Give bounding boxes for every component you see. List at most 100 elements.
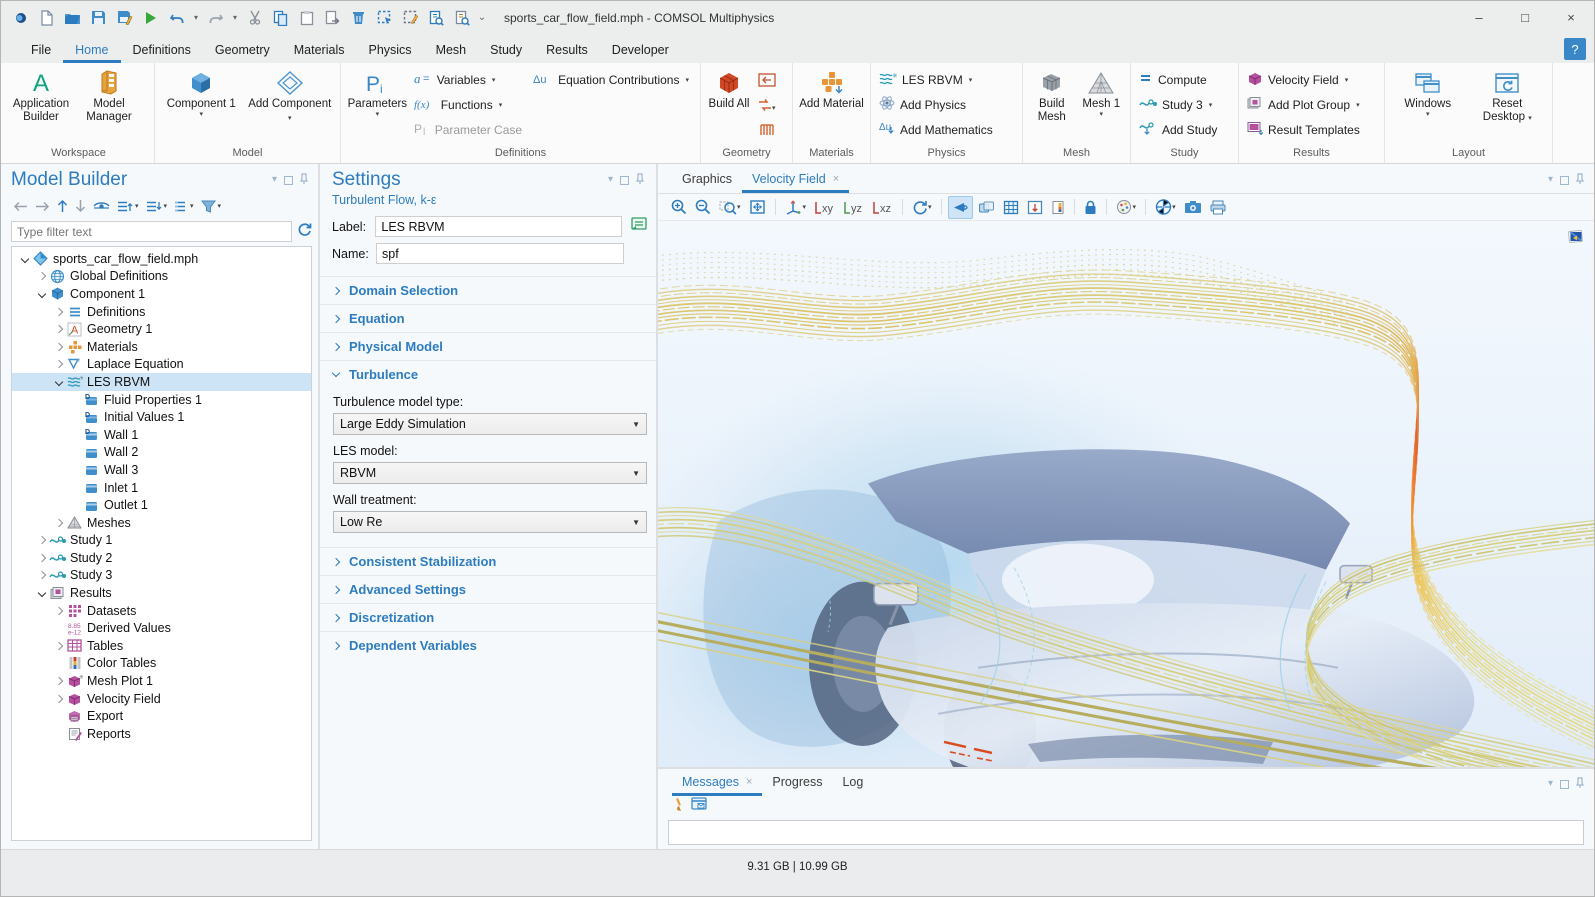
panel-float-icon[interactable] <box>1560 176 1569 185</box>
deselect-box-button[interactable] <box>398 6 423 30</box>
close-button[interactable]: × <box>1548 1 1594 34</box>
tree-item[interactable]: Meshes <box>12 514 311 532</box>
collapse-all-icon[interactable]: ▾ <box>115 195 141 217</box>
tree-item[interactable]: DWall 1 <box>12 426 311 444</box>
application-builder-button[interactable]: A Application Builder <box>8 66 74 124</box>
tree-item[interactable]: DFluid Properties 1 <box>12 391 311 409</box>
show-icon[interactable] <box>91 195 112 217</box>
scene-light-icon[interactable] <box>948 196 973 219</box>
zoom-extents-icon[interactable] <box>746 196 769 219</box>
duplicate-button[interactable] <box>320 6 345 30</box>
section-advanced-settings[interactable]: Advanced Settings <box>320 575 656 603</box>
compute-button[interactable]: Compute <box>1136 67 1223 92</box>
panel-pin-icon[interactable] <box>1576 777 1584 791</box>
move-up-icon[interactable] <box>55 195 70 217</box>
zoom-box-icon[interactable]: ▾ <box>716 196 744 219</box>
select-box-button[interactable] <box>372 6 397 30</box>
tab-materials[interactable]: Materials <box>282 38 357 63</box>
tree-item[interactable]: Inlet 1 <box>12 479 311 497</box>
model-tree-nodes-icon[interactable]: ▾ <box>172 195 196 217</box>
print-icon[interactable] <box>1207 196 1229 219</box>
tab-log[interactable]: Log <box>832 769 873 796</box>
equation-contributions-button[interactable]: Δu Equation Contributions▾ <box>530 67 695 92</box>
tree-filter-input[interactable] <box>11 221 292 242</box>
section-domain-selection[interactable]: Domain Selection <box>320 276 656 304</box>
cut-button[interactable] <box>242 6 267 30</box>
tree-item[interactable]: ²Laplace Equation <box>12 356 311 374</box>
color-legend-icon[interactable] <box>1048 196 1068 219</box>
graphics-viewport[interactable] <box>658 221 1594 767</box>
rotate-view-icon[interactable]: ▾ <box>909 196 935 219</box>
tree-item[interactable]: Tables <box>12 637 311 655</box>
maximize-button[interactable]: □ <box>1502 1 1548 34</box>
tab-home[interactable]: Home <box>63 38 120 63</box>
tree-item[interactable]: Definitions <box>12 303 311 321</box>
tab-messages[interactable]: Messages× <box>672 769 762 796</box>
build-mesh-button[interactable]: Build Mesh <box>1030 66 1074 124</box>
panel-pin-icon[interactable] <box>636 173 644 187</box>
tree-item[interactable]: sports_car_flow_field.mph <box>12 250 311 268</box>
tab-developer[interactable]: Developer <box>600 38 681 63</box>
open-message-window-icon[interactable] <box>691 797 707 816</box>
tree-item[interactable]: DInitial Values 1 <box>12 408 311 426</box>
tree-item[interactable]: Export <box>12 707 311 725</box>
tree-item[interactable]: Datasets <box>12 602 311 620</box>
panel-float-icon[interactable] <box>620 176 629 185</box>
add-mathematics-button[interactable]: Δu Add Mathematics <box>876 117 999 142</box>
tree-item[interactable]: Wall 2 <box>12 444 311 462</box>
move-down-icon[interactable] <box>73 195 88 217</box>
study-3-button[interactable]: Study 3▾ <box>1136 92 1223 117</box>
import-geometry-button[interactable] <box>754 67 780 92</box>
parameter-case-button[interactable]: P| Parameter Case <box>411 117 528 142</box>
find-button[interactable] <box>424 6 449 30</box>
close-tab-icon[interactable]: × <box>746 776 752 788</box>
tab-geometry[interactable]: Geometry <box>203 38 282 63</box>
panel-float-icon[interactable] <box>284 176 293 185</box>
reset-desktop-button[interactable]: Reset Desktop ▾ <box>1474 66 1540 124</box>
expand-all-icon[interactable]: ▾ <box>144 195 170 217</box>
tree-item[interactable]: Study 3 <box>12 567 311 585</box>
tab-study[interactable]: Study <box>478 38 534 63</box>
view-xy-icon[interactable]: xy <box>811 196 838 219</box>
zoom-in-icon[interactable] <box>668 196 690 219</box>
panel-menu-icon[interactable]: ▾ <box>1548 175 1553 185</box>
tree-item[interactable]: Outlet 1 <box>12 496 311 514</box>
view-xz-icon[interactable]: xz <box>869 196 896 219</box>
tree-item[interactable]: Materials <box>12 338 311 356</box>
turbulence-model-type-select[interactable]: Large Eddy Simulation▼ <box>333 413 647 435</box>
panel-menu-icon[interactable]: ▾ <box>272 175 277 185</box>
tree-item[interactable]: Study 1 <box>12 532 311 550</box>
tree-item[interactable]: ✳Mesh Plot 1 <box>12 672 311 690</box>
plot-dataset-corner-icon[interactable] <box>1567 229 1584 249</box>
view-orientation-icon[interactable]: ▾ <box>782 196 810 219</box>
component-1-button[interactable]: Component 1 ▾ <box>162 66 240 119</box>
tree-item[interactable]: Results <box>12 584 311 602</box>
tree-item[interactable]: Color Tables <box>12 655 311 673</box>
clear-messages-icon[interactable] <box>670 797 683 817</box>
redo-dropdown[interactable]: ▾ <box>229 13 241 22</box>
back-arrow-icon[interactable] <box>11 195 30 217</box>
toolbar-overflow-chevron[interactable]: ⌄ <box>476 12 488 23</box>
tree-item[interactable]: Study 2 <box>12 549 311 567</box>
variables-button[interactable]: a= Variables▾ <box>411 67 528 92</box>
filter-icon[interactable]: ▾ <box>199 195 224 217</box>
model-manager-button[interactable]: Model Manager <box>76 66 142 124</box>
add-component-button[interactable]: Add Component ▾ <box>247 66 333 124</box>
tree-item[interactable]: AGeometry 1 <box>12 320 311 338</box>
add-material-button[interactable]: Add Material <box>799 66 865 111</box>
find-replace-button[interactable] <box>450 6 475 30</box>
section-equation[interactable]: Equation <box>320 304 656 332</box>
tab-physics[interactable]: Physics <box>356 38 423 63</box>
name-field-input[interactable] <box>376 243 624 264</box>
tab-results[interactable]: Results <box>534 38 600 63</box>
tree-item[interactable]: Velocity Field <box>12 690 311 708</box>
show-grid-icon[interactable] <box>1000 196 1022 219</box>
snapshot-icon[interactable] <box>1181 196 1205 219</box>
undo-dropdown[interactable]: ▾ <box>190 13 202 22</box>
tree-item[interactable]: ✳LES RBVM <box>12 373 311 391</box>
windows-button[interactable]: Windows ▾ <box>1397 66 1459 119</box>
delete-button[interactable] <box>346 6 371 30</box>
wall-treatment-select[interactable]: Low Re▼ <box>333 511 647 533</box>
panel-menu-icon[interactable]: ▾ <box>608 175 613 185</box>
les-rbvm-button[interactable]: ✳ LES RBVM▾ <box>876 67 999 92</box>
